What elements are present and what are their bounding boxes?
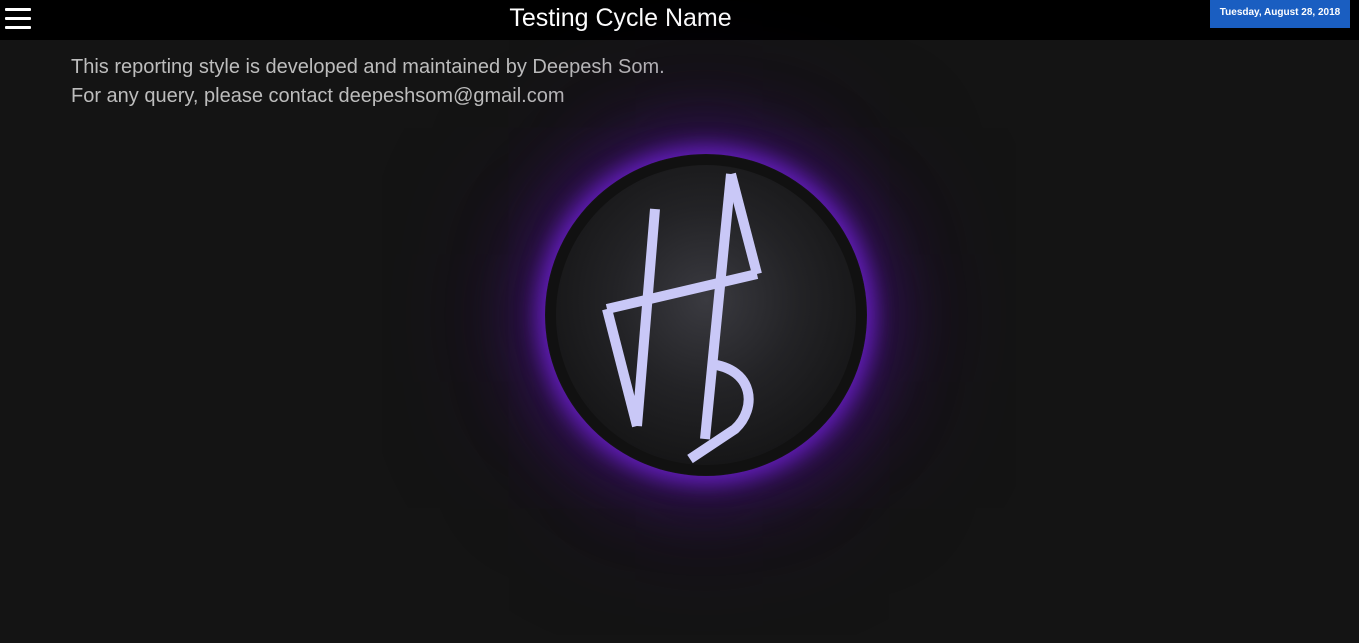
logo (545, 154, 867, 476)
info-line-developer: This reporting style is developed and ma… (71, 56, 665, 78)
top-bar: Testing Cycle Name Tuesday, August 28, 2… (0, 0, 1359, 40)
page-title: Testing Cycle Name (509, 4, 732, 32)
date-badge: Tuesday, August 28, 2018 (1210, 0, 1350, 28)
info-text: This reporting style is developed and ma… (71, 53, 665, 111)
monogram-logo-icon (546, 155, 866, 475)
info-line-contact: For any query, please contact deepeshsom… (71, 85, 565, 107)
